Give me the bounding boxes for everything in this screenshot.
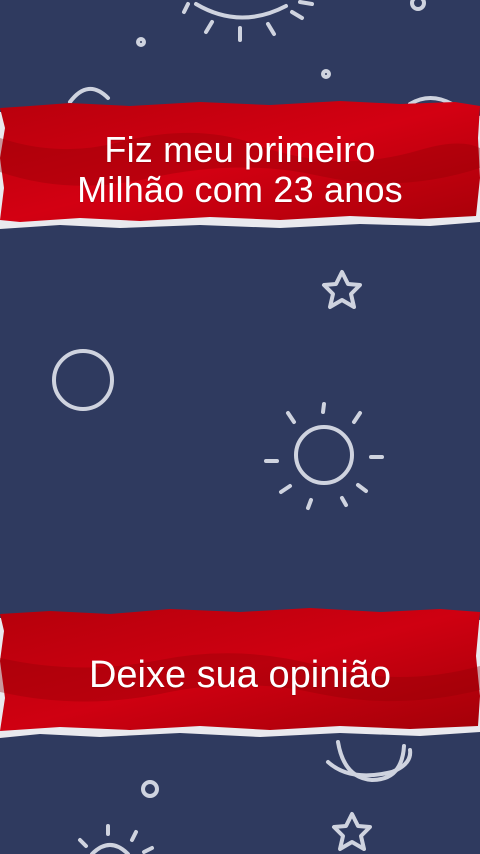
title-line-2: Milhão com 23 anos <box>77 169 403 210</box>
dot-icon <box>323 71 329 77</box>
cta-caption: Deixe sua opinião <box>88 653 392 696</box>
planet-icon <box>328 742 410 780</box>
video-frame: Fiz meu primeiro Milhão com 23 anos Deix… <box>0 0 480 854</box>
sun-icon <box>80 826 152 854</box>
star-icon <box>334 814 370 849</box>
title-caption: Fiz meu primeiro Milhão com 23 anos <box>77 126 403 211</box>
title-line-1: Fiz meu primeiro <box>104 128 376 170</box>
star-icon <box>324 272 360 307</box>
sun-icon <box>266 404 382 508</box>
title-banner: Fiz meu primeiro Milhão com 23 anos <box>0 98 480 238</box>
dot-icon <box>138 39 144 45</box>
dot-icon <box>412 0 424 9</box>
circle-icon <box>54 351 112 409</box>
sun-icon <box>184 2 312 40</box>
dot-icon <box>143 782 157 796</box>
cta-banner: Deixe sua opinião <box>0 606 480 744</box>
